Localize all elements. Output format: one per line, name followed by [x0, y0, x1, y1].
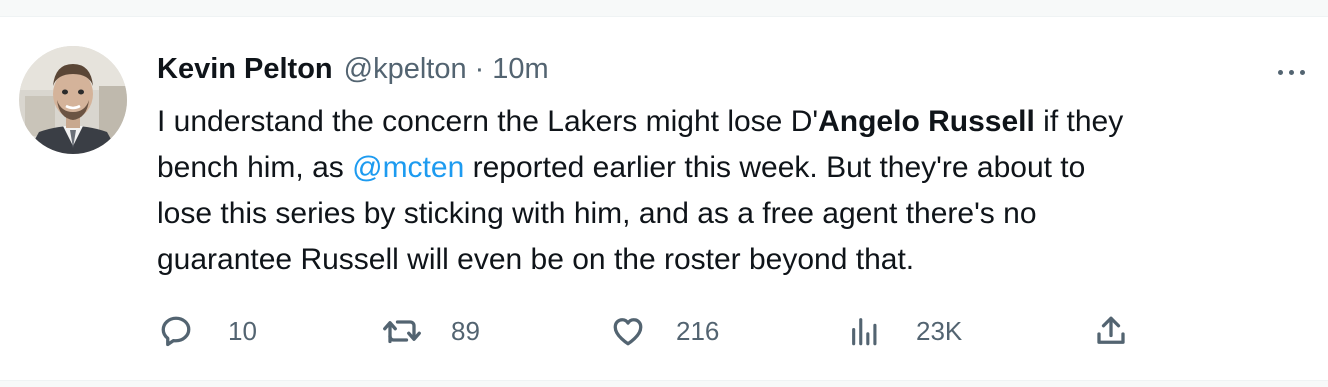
tweet-timestamp[interactable]: 10m	[492, 52, 548, 86]
text-segment: I understand the concern the Lakers migh…	[157, 105, 819, 138]
text-segment: bench him, as	[157, 151, 353, 184]
like-button[interactable]: 216	[610, 311, 719, 351]
retweet-button[interactable]: 89	[381, 311, 480, 351]
avatar[interactable]	[19, 46, 127, 154]
more-icon	[1278, 69, 1283, 75]
like-count: 216	[676, 315, 720, 346]
views-button[interactable]: 23K	[848, 311, 962, 351]
tweet-text-line: lose this series by sticking with him, a…	[157, 197, 1037, 230]
more-icon-dot	[1300, 69, 1305, 75]
more-icon-dot	[1289, 69, 1294, 75]
share-icon	[1097, 316, 1125, 344]
more-options-button[interactable]	[1278, 65, 1318, 79]
text-bold-segment: Angelo Russell	[818, 105, 1035, 138]
tweet-card[interactable]: Kevin Pelton @kpelton · 10m I understand…	[0, 17, 1328, 379]
retweet-count: 89	[451, 315, 480, 346]
author-handle[interactable]: @kpelton	[344, 52, 467, 86]
views-count: 23K	[916, 315, 963, 346]
tweet-text-line: bench him, as @mcten reported earlier th…	[157, 145, 1307, 191]
author-display-name[interactable]: Kevin Pelton	[157, 52, 333, 86]
reply-icon	[161, 316, 191, 347]
mention-link[interactable]: @mcten	[352, 151, 464, 184]
tweet-text-line: guarantee Russell will even be on the ro…	[157, 243, 915, 276]
retweet-icon	[383, 320, 421, 344]
views-icon	[852, 318, 877, 346]
text-segment: reported earlier this week. But they're …	[464, 151, 1086, 184]
reply-count: 10	[228, 315, 257, 346]
text-segment: if they	[1034, 105, 1124, 138]
tweet-header: Kevin Pelton @kpelton · 10m	[157, 52, 549, 86]
share-button[interactable]	[1093, 311, 1129, 351]
tweet-text: I understand the concern the Lakers migh…	[157, 99, 1307, 283]
heart-icon	[613, 318, 643, 346]
top-divider	[0, 0, 1328, 17]
tweet-actions-bar: 10 89 216 23K	[0, 311, 1328, 351]
avatar-image	[19, 46, 127, 154]
tweet-text-line: I understand the concern the Lakers migh…	[157, 99, 1307, 145]
header-separator: ·	[474, 53, 485, 85]
reply-button[interactable]: 10	[158, 311, 257, 351]
